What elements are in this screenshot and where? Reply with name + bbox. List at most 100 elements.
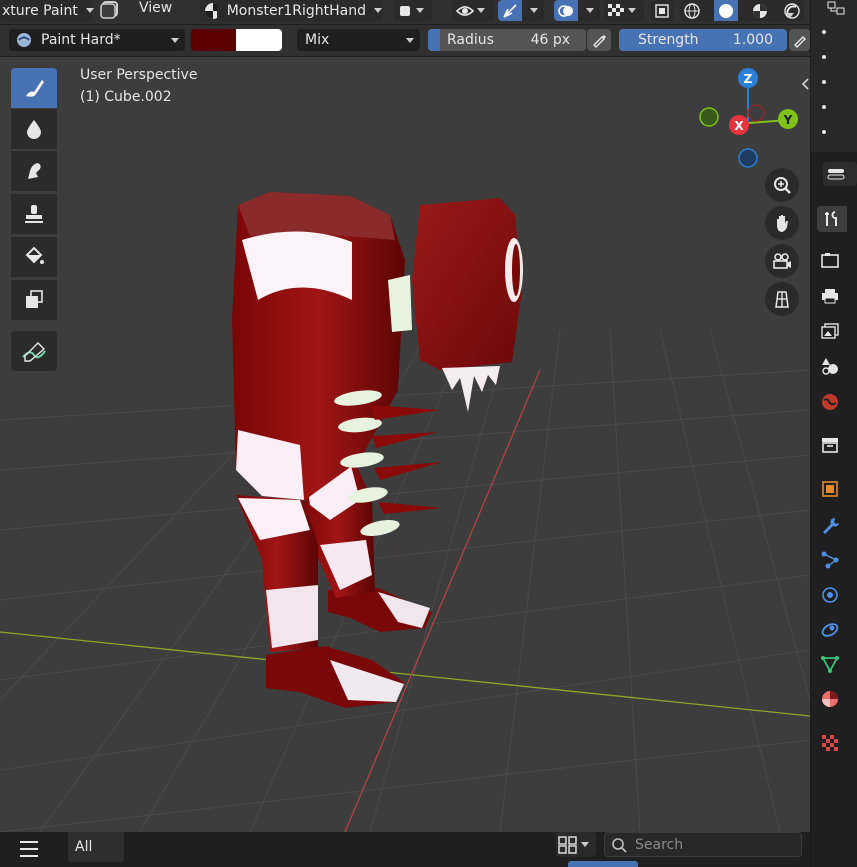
tab-texture[interactable] [819, 732, 841, 754]
particles-icon [821, 551, 839, 569]
pan-button[interactable] [765, 206, 799, 240]
shading-dropdown[interactable] [394, 0, 432, 21]
checker-icon [608, 3, 624, 16]
brush-preview-icon [17, 33, 31, 47]
tab-constraints[interactable] [819, 619, 841, 641]
tab-material[interactable] [819, 688, 841, 710]
material-sphere-icon [822, 691, 838, 707]
gizmo-y-label: Y [783, 113, 793, 127]
radius-field[interactable]: Radius 46 px [428, 29, 586, 51]
cube-icon[interactable] [99, 0, 123, 20]
ortho-toggle-button[interactable] [765, 282, 799, 316]
color-primary-swatch[interactable] [191, 29, 236, 51]
shading-options-dropdown[interactable] [786, 6, 794, 22]
search-input[interactable]: Search [604, 832, 802, 857]
soften-tool[interactable] [11, 109, 57, 149]
chevron-down-icon [586, 8, 594, 13]
view-menu[interactable]: View [139, 0, 172, 16]
object-selector[interactable]: Monster1RightHand [200, 0, 382, 21]
tab-collection[interactable] [819, 434, 841, 456]
strength-value: 1.000 [732, 32, 773, 48]
radius-slider-fill [428, 29, 440, 51]
zoom-button[interactable] [765, 168, 799, 202]
gizmo-dropdown[interactable] [498, 0, 544, 21]
strength-field[interactable]: Strength 1.000 [619, 29, 787, 51]
transform-gizmo-icon [503, 3, 517, 18]
x-axis-line [0, 631, 810, 717]
collection-box-icon [822, 438, 838, 453]
tab-render[interactable] [819, 249, 841, 271]
radius-label: Radius [447, 32, 494, 48]
chevron-down-icon [530, 8, 538, 13]
solid-shading-toggle[interactable] [714, 0, 738, 21]
gizmo-toggle[interactable] [498, 0, 522, 21]
bucket-icon [25, 246, 44, 264]
camera-view-button[interactable] [765, 244, 799, 278]
material-shading-icon[interactable] [750, 2, 770, 20]
scrollbar-thumb[interactable] [568, 861, 638, 867]
chevron-down-icon [416, 8, 424, 13]
tab-physics[interactable] [819, 584, 841, 606]
wrench-icon [823, 518, 839, 534]
blend-mode-select[interactable]: Mix [297, 29, 420, 51]
outliner-filter-icon[interactable] [826, 0, 850, 18]
chevron-left-icon [801, 78, 809, 90]
annotate-icon [22, 342, 46, 362]
overlay-icon [558, 4, 573, 17]
visibility-dropdown[interactable] [452, 0, 494, 21]
brush-icon [26, 80, 44, 97]
sidebar-collapse-arrow[interactable] [800, 77, 810, 91]
tab-particles[interactable] [819, 549, 841, 571]
brush-selector[interactable]: Paint Hard* [9, 29, 185, 51]
tab-modifiers[interactable] [819, 514, 841, 536]
perspective-label: User Perspective [80, 67, 198, 83]
xray-toggle[interactable] [650, 0, 674, 21]
tab-view-layer[interactable] [819, 320, 841, 342]
editor-type-dropdown[interactable] [823, 162, 857, 186]
fill-tool[interactable] [11, 237, 57, 277]
tab-world[interactable] [819, 391, 841, 413]
filter-all-label: All [75, 839, 93, 855]
pen-pressure-icon [593, 35, 606, 48]
gizmo-x-label: X [734, 119, 744, 133]
3d-viewport[interactable]: User Perspective (1) Cube.002 Z Y X [0, 57, 810, 832]
xray-dropdown[interactable] [604, 0, 644, 21]
viewport-scene [0, 192, 810, 832]
tool-wrench-screwdriver-icon [825, 211, 837, 226]
hamburger-icon[interactable] [20, 841, 38, 857]
drop-icon [27, 120, 41, 139]
annotate-tool[interactable] [11, 331, 57, 371]
mode-selector[interactable]: xture Paint [0, 0, 94, 21]
clone-tool[interactable] [11, 194, 57, 234]
tab-tool[interactable] [817, 206, 847, 232]
filter-all-tab[interactable]: All [68, 832, 124, 862]
mesh-data-icon [821, 656, 839, 673]
constraint-icon [821, 623, 839, 637]
display-mode-dropdown[interactable] [556, 832, 596, 857]
smear-tool[interactable] [11, 151, 57, 191]
wireframe-shading-icon[interactable] [682, 2, 702, 20]
scene-shapes-icon [822, 358, 838, 375]
overlay-toggle[interactable] [554, 0, 578, 21]
object-name: Monster1RightHand [226, 2, 366, 19]
camera-icon [773, 253, 791, 269]
monster-model [232, 192, 523, 708]
tab-object[interactable] [819, 478, 841, 500]
tab-output[interactable] [819, 285, 841, 307]
chevron-down-icon [406, 37, 414, 43]
outliner-dots [822, 30, 830, 134]
mode-label: xture Paint [2, 2, 78, 19]
overlay-dropdown[interactable] [554, 0, 600, 21]
chevron-down-icon [171, 37, 179, 43]
pen-pressure-icon [793, 36, 806, 48]
mask-tool[interactable] [11, 280, 57, 320]
chevron-down-icon [628, 8, 636, 13]
navigation-gizmo[interactable]: Z Y X [696, 65, 800, 169]
draw-tool[interactable] [11, 68, 57, 108]
tab-data[interactable] [819, 653, 841, 675]
radius-pressure-toggle[interactable] [587, 29, 611, 51]
tab-scene[interactable] [819, 355, 841, 377]
strength-pressure-toggle[interactable] [789, 29, 810, 51]
chevron-down-icon [786, 13, 794, 18]
color-secondary-swatch[interactable] [236, 29, 282, 51]
